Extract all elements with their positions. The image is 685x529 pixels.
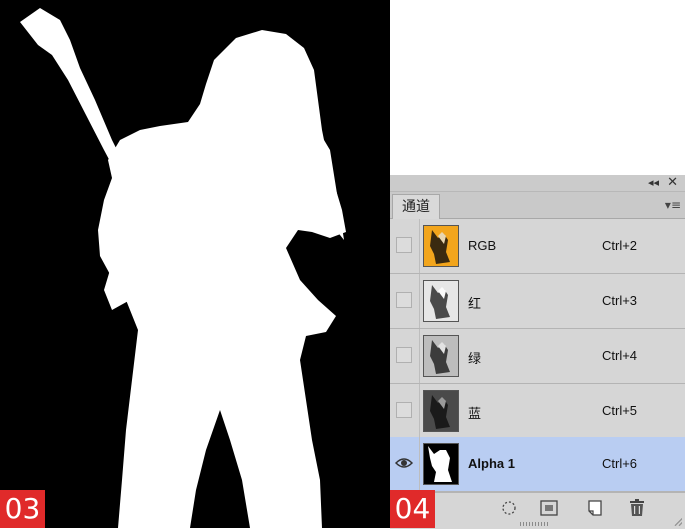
visibility-toggle[interactable] <box>396 402 412 418</box>
panel-menu-icon[interactable]: ▾≡ <box>665 198 681 212</box>
channel-shortcut: Ctrl+2 <box>602 238 638 253</box>
channel-row-green[interactable]: 绿 Ctrl+4 <box>390 329 685 384</box>
step-badge-04: 04 <box>390 490 435 528</box>
channel-row-red[interactable]: 红 Ctrl+3 <box>390 274 685 329</box>
channel-name: 蓝 <box>468 406 482 421</box>
channel-name: 红 <box>468 296 482 311</box>
eye-icon[interactable] <box>395 454 413 472</box>
channel-thumbnail <box>423 390 459 432</box>
close-icon[interactable]: ✕ <box>667 175 678 190</box>
corner-resize-grip[interactable] <box>674 518 682 526</box>
channel-shortcut: Ctrl+3 <box>602 293 638 308</box>
channel-row-rgb[interactable]: RGB Ctrl+2 <box>390 219 685 274</box>
channel-thumbnail <box>423 280 459 322</box>
channel-name: RGB <box>468 238 497 253</box>
visibility-toggle[interactable] <box>396 292 412 308</box>
visibility-toggle[interactable] <box>396 347 412 363</box>
channel-shortcut: Ctrl+5 <box>602 403 638 418</box>
channel-thumbnail <box>423 335 459 377</box>
channel-shortcut: Ctrl+6 <box>602 456 638 471</box>
channels-panel: ◂◂ ✕ 通道 ▾≡ RGB Ctrl+2 红 Ctrl+3 绿 Ctrl+4 <box>390 175 685 529</box>
channel-row-blue[interactable]: 蓝 Ctrl+5 <box>390 384 685 439</box>
panel-title-bar: ◂◂ ✕ <box>390 175 685 192</box>
alpha-channel-canvas <box>0 0 390 528</box>
new-channel-icon[interactable] <box>584 498 606 518</box>
silhouette-figure <box>20 8 346 528</box>
panel-tab-row: 通道 ▾≡ <box>390 192 685 219</box>
step-badge-03: 03 <box>0 490 45 528</box>
channel-shortcut: Ctrl+4 <box>602 348 638 363</box>
collapse-icon[interactable]: ◂◂ <box>648 176 659 189</box>
resize-grip[interactable] <box>520 522 550 526</box>
channel-name: Alpha 1 <box>468 456 515 471</box>
channel-row-alpha1[interactable]: Alpha 1 Ctrl+6 <box>390 437 685 492</box>
channel-name: 绿 <box>468 351 482 366</box>
channel-thumbnail <box>423 443 459 485</box>
tab-channels[interactable]: 通道 <box>392 194 440 219</box>
channel-thumbnail <box>423 225 459 267</box>
visibility-toggle[interactable] <box>396 237 412 253</box>
save-selection-icon[interactable] <box>538 498 560 518</box>
load-selection-icon[interactable] <box>498 498 520 518</box>
trash-icon[interactable] <box>626 498 648 518</box>
